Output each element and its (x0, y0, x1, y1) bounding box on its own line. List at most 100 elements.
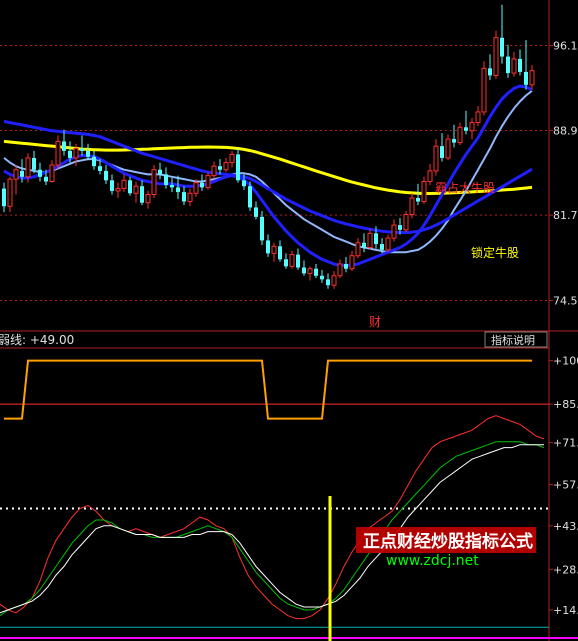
candle-body (62, 141, 66, 151)
candle-body (25, 157, 31, 178)
candle-body (205, 175, 211, 188)
candle-body (488, 68, 492, 76)
candle-body (367, 232, 373, 249)
price-tick-label: 81.75 (553, 209, 578, 222)
candle-body (254, 207, 258, 217)
indicator-header: 弱线: +49.00 (0, 333, 74, 347)
candle-body (511, 58, 517, 74)
candle-body (331, 275, 337, 286)
stock-chart: 96.14 88.93 81.75 74.50 霸占大牛股 锁定牛股 财 弱线: +4… (0, 0, 578, 641)
candle-body (464, 127, 468, 131)
candle-body (380, 243, 384, 250)
candle-body (349, 255, 355, 270)
candle-body (289, 254, 295, 267)
candle-body (164, 174, 168, 186)
candle-body (44, 176, 48, 182)
candle-body (242, 180, 246, 187)
candle-body (20, 170, 24, 177)
candle-body (158, 169, 162, 175)
price-grid (0, 44, 549, 302)
candle-body (115, 188, 121, 192)
candle-body (445, 138, 451, 159)
candle-body (409, 197, 415, 215)
candle-body (337, 263, 343, 277)
candle-body (320, 275, 324, 280)
candle-body (80, 148, 84, 151)
candle-body (248, 186, 252, 208)
candle-body (13, 169, 19, 180)
candle-body (86, 150, 90, 157)
indicator-line (4, 359, 532, 420)
candle-body (121, 179, 127, 190)
candle-body (151, 169, 157, 195)
candle-body (104, 170, 108, 181)
candle-body (182, 192, 186, 202)
candle-body (296, 254, 300, 268)
candle-body (49, 164, 55, 182)
candle-body (133, 185, 139, 194)
candle-body (307, 268, 313, 274)
indicator-line (0, 415, 545, 620)
candle-body (140, 186, 144, 203)
candle-body (469, 122, 475, 132)
candle-body (98, 166, 102, 171)
candle-body (193, 182, 199, 194)
candle-body (2, 188, 6, 207)
indicator-tick-label: +14. (553, 604, 578, 617)
candle-body (440, 146, 444, 158)
candle-body (524, 71, 528, 85)
candle-body (403, 214, 409, 231)
candle-body (475, 111, 481, 124)
candle-body (427, 170, 433, 182)
candle-body (271, 245, 277, 254)
candle-body (284, 259, 288, 267)
candle-body (187, 192, 193, 203)
candle-body (529, 70, 535, 86)
candle-body (374, 233, 378, 244)
candle-body (398, 225, 402, 230)
annotation-cai-marker: 财 (369, 315, 381, 329)
candle-body (211, 165, 217, 177)
candle-body (391, 224, 397, 239)
candle-body (7, 178, 13, 207)
price-tick-label: 74.50 (553, 295, 578, 308)
indicator-axis-ticks: +100 +85. +71.7 +57.2 +43. +28. +14. (549, 355, 578, 617)
candle-body (500, 37, 504, 57)
candle-body (355, 242, 361, 257)
watermark-url: www.zdcj.net (386, 553, 479, 569)
candle-body (218, 166, 222, 170)
candle-body (176, 187, 180, 193)
price-axis-ticks: 96.14 88.93 81.75 74.50 (549, 39, 578, 308)
annotation-bull-stock: 霸占大牛股 (435, 180, 495, 195)
indicator-lines (0, 359, 545, 620)
candle-body (223, 162, 229, 171)
indicator-tick-label: +100 (553, 355, 578, 368)
annotation-lock-bull: 锁定牛股 (471, 245, 519, 260)
candle-body (236, 154, 240, 181)
candle-body (481, 67, 487, 113)
candle-body (278, 246, 282, 260)
candle-body (92, 156, 96, 167)
indicator-tick-label: +71.7 (553, 437, 578, 450)
candle-body (110, 180, 114, 191)
candle-body (416, 198, 420, 202)
candle-body (38, 169, 42, 177)
candle-body (145, 193, 151, 204)
candle-body (128, 180, 132, 194)
candle-body (493, 37, 499, 76)
candle-body (506, 56, 510, 74)
candle-body (344, 264, 348, 269)
indicator-tick-label: +57.2 (553, 479, 578, 492)
indicator-tick-label: +43. (553, 520, 578, 533)
candle-body (433, 145, 439, 172)
indicator-help-button[interactable]: 指标说明 (491, 333, 535, 347)
candle-body (73, 148, 79, 159)
candle-body (170, 185, 174, 188)
price-tick-label: 96.14 (553, 39, 578, 52)
candle-body (260, 216, 264, 241)
candle-body (362, 242, 366, 248)
candle-body (32, 157, 36, 170)
candle-body (266, 240, 270, 254)
candle-body (302, 267, 306, 274)
indicator-tick-label: +85. (553, 398, 578, 411)
